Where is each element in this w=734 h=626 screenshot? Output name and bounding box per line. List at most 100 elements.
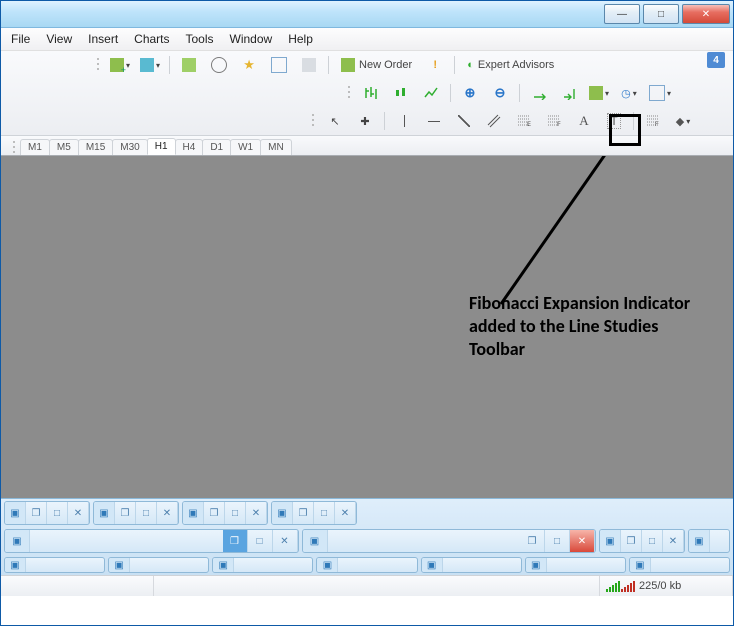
fibonacci-retracement-button[interactable]: E	[510, 110, 538, 132]
cursor-button[interactable]: ↖	[321, 110, 349, 132]
window-restore-icon[interactable]: ❐	[26, 502, 47, 524]
terminal-button[interactable]: ★	[235, 54, 263, 76]
toolbar-separator	[519, 84, 520, 102]
tf-tab-h4[interactable]: H4	[175, 139, 204, 155]
fibonacci-fan-button[interactable]: F	[540, 110, 568, 132]
mdi-child-window[interactable]: ▣ ❐ □ ✕	[4, 501, 90, 525]
shapes-button[interactable]: ◆▾	[669, 110, 697, 132]
window-close-icon[interactable]: ✕	[273, 530, 298, 552]
crosshair-button[interactable]: ✚	[351, 110, 379, 132]
menu-tools[interactable]: Tools	[186, 32, 214, 46]
candlestick-button[interactable]	[387, 82, 415, 104]
tf-tab-h1[interactable]: H1	[147, 138, 176, 155]
zoom-in-button[interactable]: ⊕	[456, 82, 484, 104]
window-close-icon[interactable]: ✕	[68, 502, 89, 524]
text-label-button[interactable]: T	[600, 110, 628, 132]
menubar: File View Insert Charts Tools Window Hel…	[1, 28, 733, 51]
window-close-icon[interactable]: ✕	[157, 502, 178, 524]
indicators-button[interactable]: ▾	[585, 82, 613, 104]
window-max-icon[interactable]: □	[642, 530, 663, 552]
text-button[interactable]: A	[570, 110, 598, 132]
mdi-child-window-partial[interactable]: ▣	[421, 557, 522, 573]
window-restore-icon[interactable]: ❐	[115, 502, 136, 524]
window-restore-icon[interactable]: ❐	[223, 530, 248, 552]
mdi-child-window[interactable]: ▣ ❐ □ ✕	[182, 501, 268, 525]
market-watch-button[interactable]	[175, 54, 203, 76]
metaquotes-button[interactable]: !	[421, 54, 449, 76]
titlebar: — □ ✕	[1, 1, 733, 28]
tf-tab-d1[interactable]: D1	[202, 139, 231, 155]
tf-tab-w1[interactable]: W1	[230, 139, 261, 155]
mdi-row-3: ▣ ▣ ▣ ▣ ▣ ▣ ▣	[1, 555, 733, 575]
bar-chart-button[interactable]	[357, 82, 385, 104]
periodicity-button[interactable]: ◷▾	[615, 82, 643, 104]
window-max-icon[interactable]: □	[314, 502, 335, 524]
menu-window[interactable]: Window	[230, 32, 273, 46]
tf-tab-m1[interactable]: M1	[20, 139, 50, 155]
mdi-child-window[interactable]: ▣ ❐ □ ✕	[93, 501, 179, 525]
new-order-button[interactable]: New Order	[334, 54, 419, 76]
window-max-icon[interactable]: □	[47, 502, 68, 524]
menu-file[interactable]: File	[11, 32, 30, 46]
window-restore-icon[interactable]: ❐	[520, 530, 545, 552]
vertical-line-button[interactable]	[390, 110, 418, 132]
mdi-child-window[interactable]: ▣ ❐ □ ✕	[302, 529, 597, 553]
minimize-button[interactable]: —	[604, 4, 640, 24]
equidistant-channel-button[interactable]	[480, 110, 508, 132]
navigator-button[interactable]	[205, 54, 233, 76]
toolbar-grip[interactable]	[12, 139, 17, 153]
zoom-out-button[interactable]: ⊖	[486, 82, 514, 104]
window-close-icon[interactable]: ✕	[570, 530, 595, 552]
mdi-child-window[interactable]: ▣ ❐ □ ✕	[4, 529, 299, 553]
window-app-icon: ▣	[422, 558, 443, 572]
window-max-icon[interactable]: □	[136, 502, 157, 524]
toolbar-grip[interactable]	[311, 112, 316, 130]
mdi-child-window[interactable]: ▣ ❐ □ ✕	[599, 529, 685, 553]
menu-help[interactable]: Help	[288, 32, 313, 46]
line-chart-button[interactable]	[417, 82, 445, 104]
window-restore-icon[interactable]: ❐	[204, 502, 225, 524]
fibonacci-expansion-button[interactable]: F	[639, 110, 667, 132]
status-connection[interactable]: 225/0 kb	[600, 576, 733, 596]
tf-tab-mn[interactable]: MN	[260, 139, 292, 155]
mdi-child-window[interactable]: ▣ ❐ □ ✕	[271, 501, 357, 525]
window-restore-icon[interactable]: ❐	[293, 502, 314, 524]
mdi-child-window-partial[interactable]: ▣	[4, 557, 105, 573]
close-button[interactable]: ✕	[682, 4, 730, 24]
window-close-icon[interactable]: ✕	[335, 502, 356, 524]
window-close-icon[interactable]: ✕	[246, 502, 267, 524]
tf-tab-m15[interactable]: M15	[78, 139, 113, 155]
menu-insert[interactable]: Insert	[88, 32, 118, 46]
trendline-button[interactable]	[450, 110, 478, 132]
templates-button[interactable]: ▾	[645, 82, 675, 104]
new-chart-button[interactable]: ▾	[106, 54, 134, 76]
mdi-child-window-partial[interactable]: ▣	[525, 557, 626, 573]
autoscroll-button[interactable]	[525, 82, 553, 104]
window-max-icon[interactable]: □	[545, 530, 570, 552]
chart-shift-button[interactable]	[555, 82, 583, 104]
maximize-button[interactable]: □	[643, 4, 679, 24]
menu-view[interactable]: View	[46, 32, 72, 46]
tf-tab-m5[interactable]: M5	[49, 139, 79, 155]
window-max-icon[interactable]: □	[225, 502, 246, 524]
toolbar-grip[interactable]	[96, 56, 101, 74]
toolbar-grip[interactable]	[347, 84, 352, 102]
strategy-tester-button[interactable]	[295, 54, 323, 76]
horizontal-line-button[interactable]	[420, 110, 448, 132]
menu-charts[interactable]: Charts	[134, 32, 169, 46]
mdi-child-window-partial[interactable]: ▣	[108, 557, 209, 573]
mdi-child-window-partial[interactable]: ▣	[688, 529, 730, 553]
window-restore-icon[interactable]: ❐	[621, 530, 642, 552]
profiles-button[interactable]: ▾	[136, 54, 164, 76]
data-window-button[interactable]	[265, 54, 293, 76]
zoom-in-icon: ⊕	[465, 85, 476, 101]
window-close-icon[interactable]: ✕	[663, 530, 684, 552]
window-max-icon[interactable]: □	[248, 530, 273, 552]
mdi-child-window-partial[interactable]: ▣	[629, 557, 730, 573]
mdi-child-window-partial[interactable]: ▣	[212, 557, 313, 573]
expert-advisors-button[interactable]: ◐ Expert Advisors	[460, 54, 561, 76]
mdi-child-window-partial[interactable]: ▣	[316, 557, 417, 573]
vline-icon	[404, 115, 405, 127]
notification-count[interactable]: 4	[707, 52, 725, 68]
tf-tab-m30[interactable]: M30	[112, 139, 147, 155]
